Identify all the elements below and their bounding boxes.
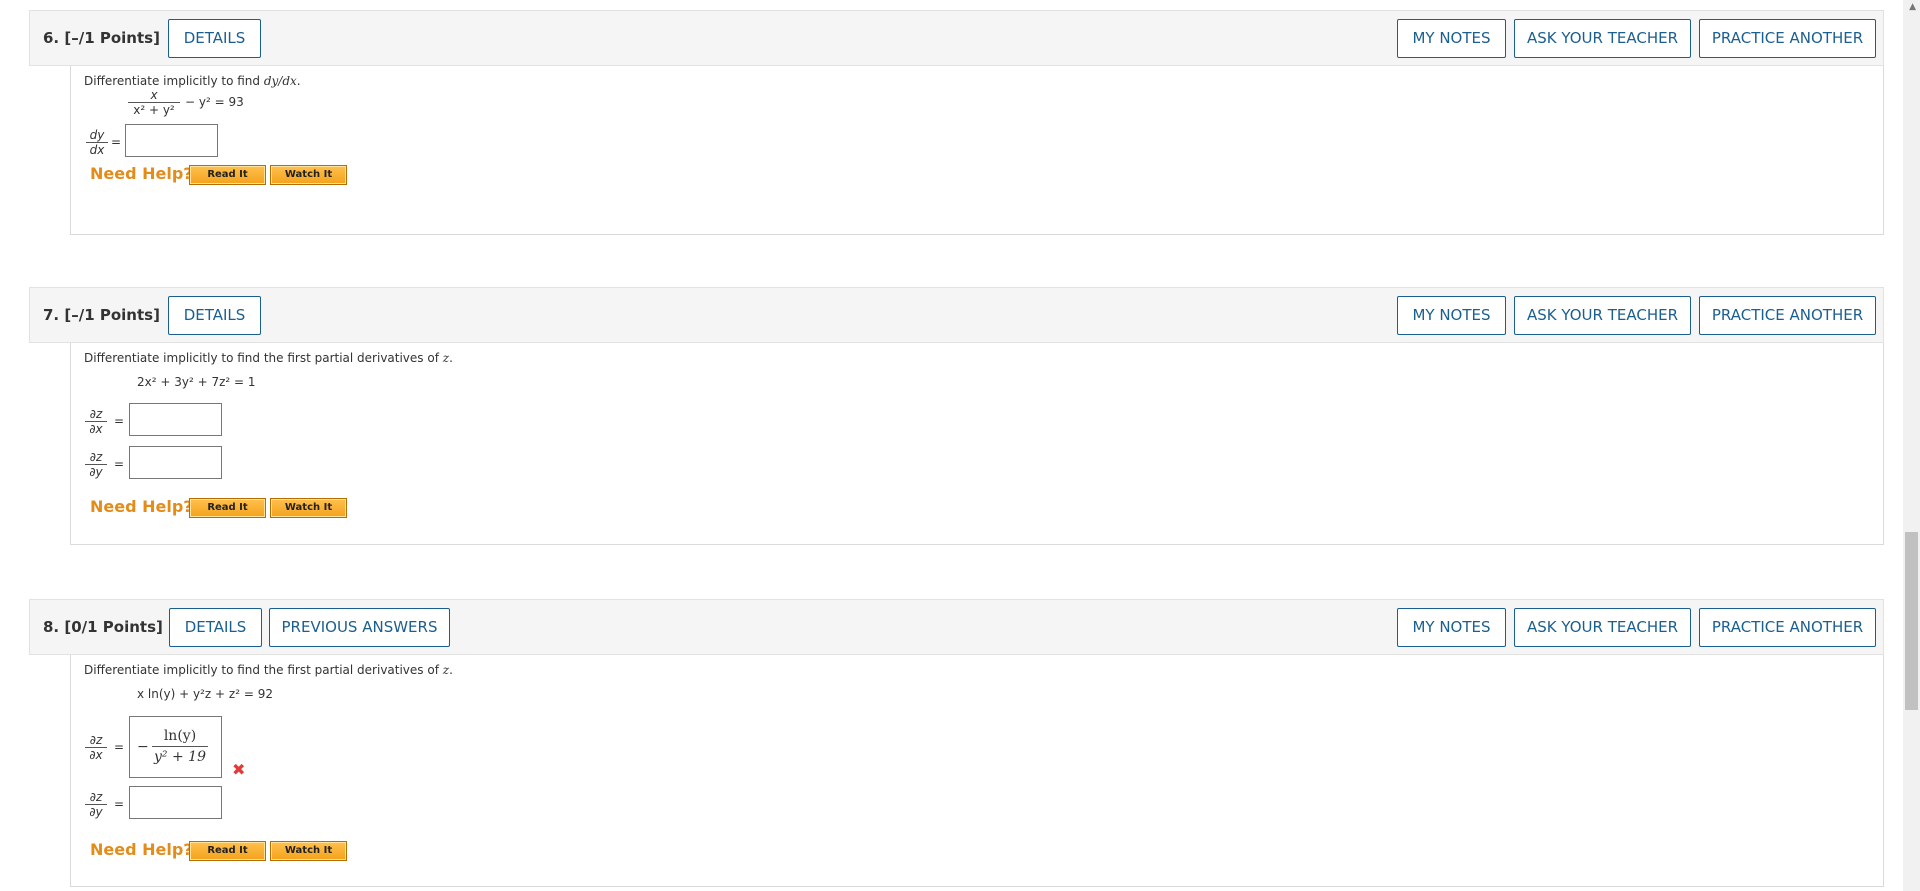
watch-it-button[interactable]: Watch It xyxy=(270,498,347,518)
details-button[interactable]: DETAILS xyxy=(168,296,261,335)
question-prompt: Differentiate implicitly to find the fir… xyxy=(84,351,453,365)
equation-rest: − y² = 93 xyxy=(185,95,244,109)
question-header: 6. [–/1 Points] DETAILS MY NOTES ASK YOU… xyxy=(29,10,1884,66)
question-header: 7. [–/1 Points] DETAILS MY NOTES ASK YOU… xyxy=(29,287,1884,343)
equation: x ln(y) + y²z + z² = 92 xyxy=(137,687,273,701)
partial-x-label: ∂z ∂x xyxy=(85,733,107,762)
my-notes-button[interactable]: MY NOTES xyxy=(1397,296,1506,335)
question-body: Differentiate implicitly to find the fir… xyxy=(70,343,1884,545)
partial-x-answer-input[interactable]: − ln(y) y² + 19 xyxy=(129,716,222,778)
question-body: Differentiate implicitly to find dy/dx. … xyxy=(70,66,1884,235)
equals-sign: = xyxy=(114,414,125,428)
answer-sign: − xyxy=(137,739,149,755)
partial-x-input[interactable] xyxy=(129,403,222,436)
ask-your-teacher-button[interactable]: ASK YOUR TEACHER xyxy=(1514,608,1691,647)
question-number: 6. [–/1 Points] xyxy=(43,29,160,47)
equation: 2x² + 3y² + 7z² = 1 xyxy=(137,375,256,389)
equals-sign: = xyxy=(114,457,125,471)
my-notes-button[interactable]: MY NOTES xyxy=(1397,608,1506,647)
equation-fraction: x x² + y² xyxy=(128,88,180,117)
question-number: 7. [–/1 Points] xyxy=(43,306,160,324)
read-it-button[interactable]: Read It xyxy=(189,841,266,861)
partial-y-input[interactable] xyxy=(129,786,222,819)
watch-it-button[interactable]: Watch It xyxy=(270,165,347,185)
question-header: 8. [0/1 Points] DETAILS PREVIOUS ANSWERS… xyxy=(29,599,1884,655)
question-prompt: Differentiate implicitly to find dy/dx. xyxy=(84,74,301,88)
practice-another-button[interactable]: PRACTICE ANOTHER xyxy=(1699,608,1876,647)
equals-sign: = xyxy=(111,135,122,149)
need-help-label: Need Help? xyxy=(90,840,193,859)
incorrect-icon: ✖ xyxy=(232,760,246,779)
watch-it-button[interactable]: Watch It xyxy=(270,841,347,861)
scrollbar-thumb[interactable] xyxy=(1905,532,1918,710)
answer-fraction: ln(y) y² + 19 xyxy=(152,726,208,767)
question-body: Differentiate implicitly to find the fir… xyxy=(70,655,1884,887)
question-prompt: Differentiate implicitly to find the fir… xyxy=(84,663,453,677)
equals-sign: = xyxy=(114,797,125,811)
question-number: 8. [0/1 Points] xyxy=(43,618,163,636)
need-help-label: Need Help? xyxy=(90,497,193,516)
scroll-up-arrow-icon[interactable]: ▲ xyxy=(1909,2,1916,12)
answer-input[interactable] xyxy=(125,124,218,157)
practice-another-button[interactable]: PRACTICE ANOTHER xyxy=(1699,19,1876,58)
read-it-button[interactable]: Read It xyxy=(189,165,266,185)
ask-your-teacher-button[interactable]: ASK YOUR TEACHER xyxy=(1514,19,1691,58)
details-button[interactable]: DETAILS xyxy=(169,608,262,647)
practice-another-button[interactable]: PRACTICE ANOTHER xyxy=(1699,296,1876,335)
details-button[interactable]: DETAILS xyxy=(168,19,261,58)
equals-sign: = xyxy=(114,740,125,754)
vertical-scrollbar[interactable]: ▲ xyxy=(1903,0,1920,891)
need-help-label: Need Help? xyxy=(90,164,193,183)
read-it-button[interactable]: Read It xyxy=(189,498,266,518)
partial-y-input[interactable] xyxy=(129,446,222,479)
derivative-label: dy dx xyxy=(86,128,108,157)
previous-answers-button[interactable]: PREVIOUS ANSWERS xyxy=(269,608,450,647)
partial-x-label: ∂z ∂x xyxy=(85,407,107,436)
partial-y-label: ∂z ∂y xyxy=(85,450,107,479)
my-notes-button[interactable]: MY NOTES xyxy=(1397,19,1506,58)
partial-y-label: ∂z ∂y xyxy=(85,790,107,819)
ask-your-teacher-button[interactable]: ASK YOUR TEACHER xyxy=(1514,296,1691,335)
